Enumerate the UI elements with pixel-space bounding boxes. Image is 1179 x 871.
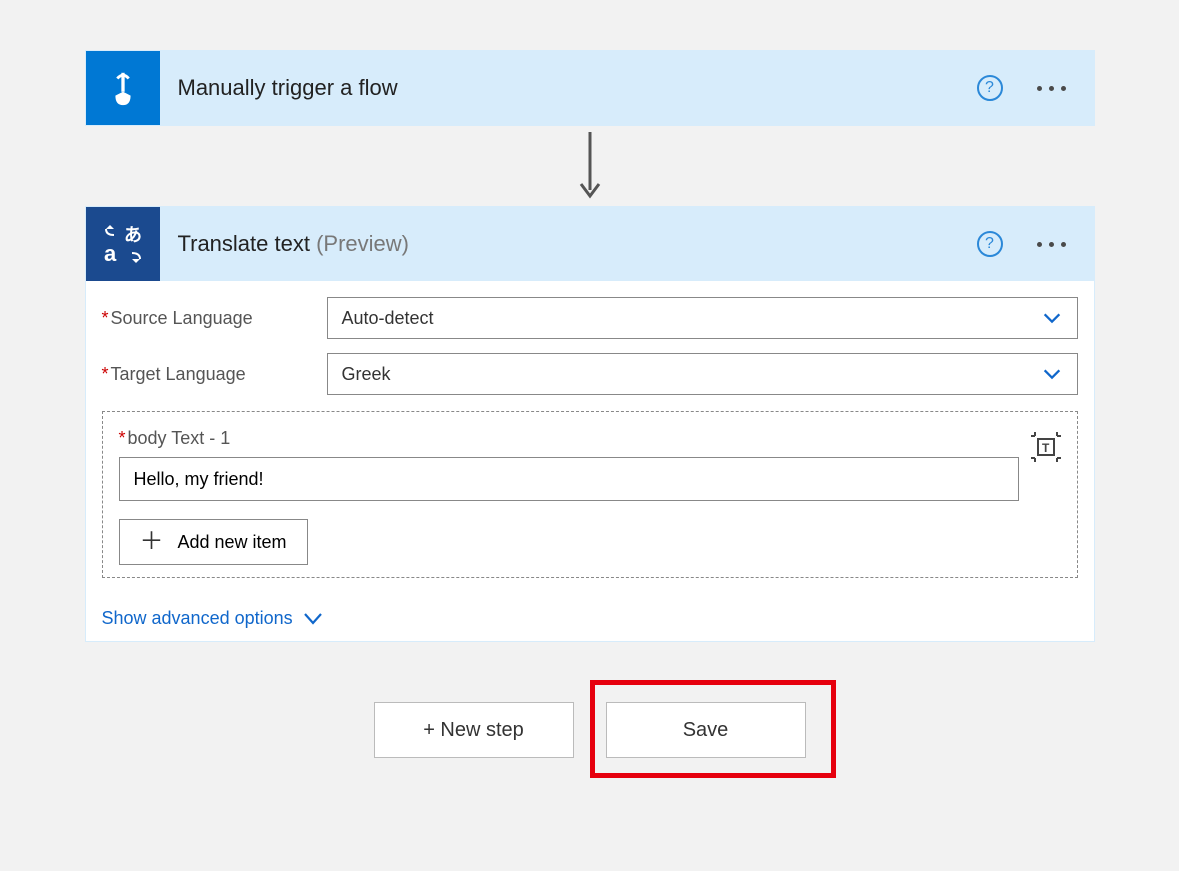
body-text-input[interactable]: Hello, my friend! — [119, 457, 1019, 501]
source-language-row: *Source Language Auto-detect — [102, 297, 1078, 339]
help-icon[interactable]: ? — [977, 231, 1003, 257]
new-step-button[interactable]: + New step — [374, 702, 574, 758]
more-icon[interactable] — [1031, 236, 1072, 253]
chevron-down-icon — [1041, 307, 1063, 329]
footer-buttons: + New step Save — [374, 702, 806, 758]
save-button[interactable]: Save — [606, 702, 806, 758]
target-language-label: *Target Language — [102, 364, 327, 385]
translate-icon: あ a — [86, 207, 160, 281]
chevron-down-icon — [1041, 363, 1063, 385]
svg-text:a: a — [104, 241, 117, 266]
body-text-label: *body Text - 1 — [119, 428, 1019, 449]
action-title: Translate text (Preview) — [160, 231, 977, 257]
source-language-label: *Source Language — [102, 308, 327, 329]
action-header[interactable]: あ a Translate text (Preview) ? — [86, 207, 1094, 281]
help-icon[interactable]: ? — [977, 75, 1003, 101]
arrow-down-icon — [578, 132, 602, 200]
body-section: *body Text - 1 Hello, my friend! T ＋ Add… — [102, 411, 1078, 578]
trigger-title: Manually trigger a flow — [160, 75, 977, 101]
plus-icon: ＋ — [140, 530, 164, 554]
svg-text:あ: あ — [124, 225, 142, 245]
svg-text:T: T — [1042, 441, 1050, 455]
target-language-select[interactable]: Greek — [327, 353, 1078, 395]
action-card: あ a Translate text (Preview) ? *Source L… — [85, 206, 1095, 642]
trigger-card[interactable]: Manually trigger a flow ? — [85, 50, 1095, 126]
source-language-select[interactable]: Auto-detect — [327, 297, 1078, 339]
more-icon[interactable] — [1031, 80, 1072, 97]
trigger-icon — [86, 51, 160, 125]
target-language-row: *Target Language Greek — [102, 353, 1078, 395]
show-advanced-options[interactable]: Show advanced options — [102, 608, 323, 629]
add-new-item-button[interactable]: ＋ Add new item — [119, 519, 308, 565]
chevron-down-icon — [303, 612, 323, 626]
format-icon[interactable]: T — [1031, 432, 1061, 462]
